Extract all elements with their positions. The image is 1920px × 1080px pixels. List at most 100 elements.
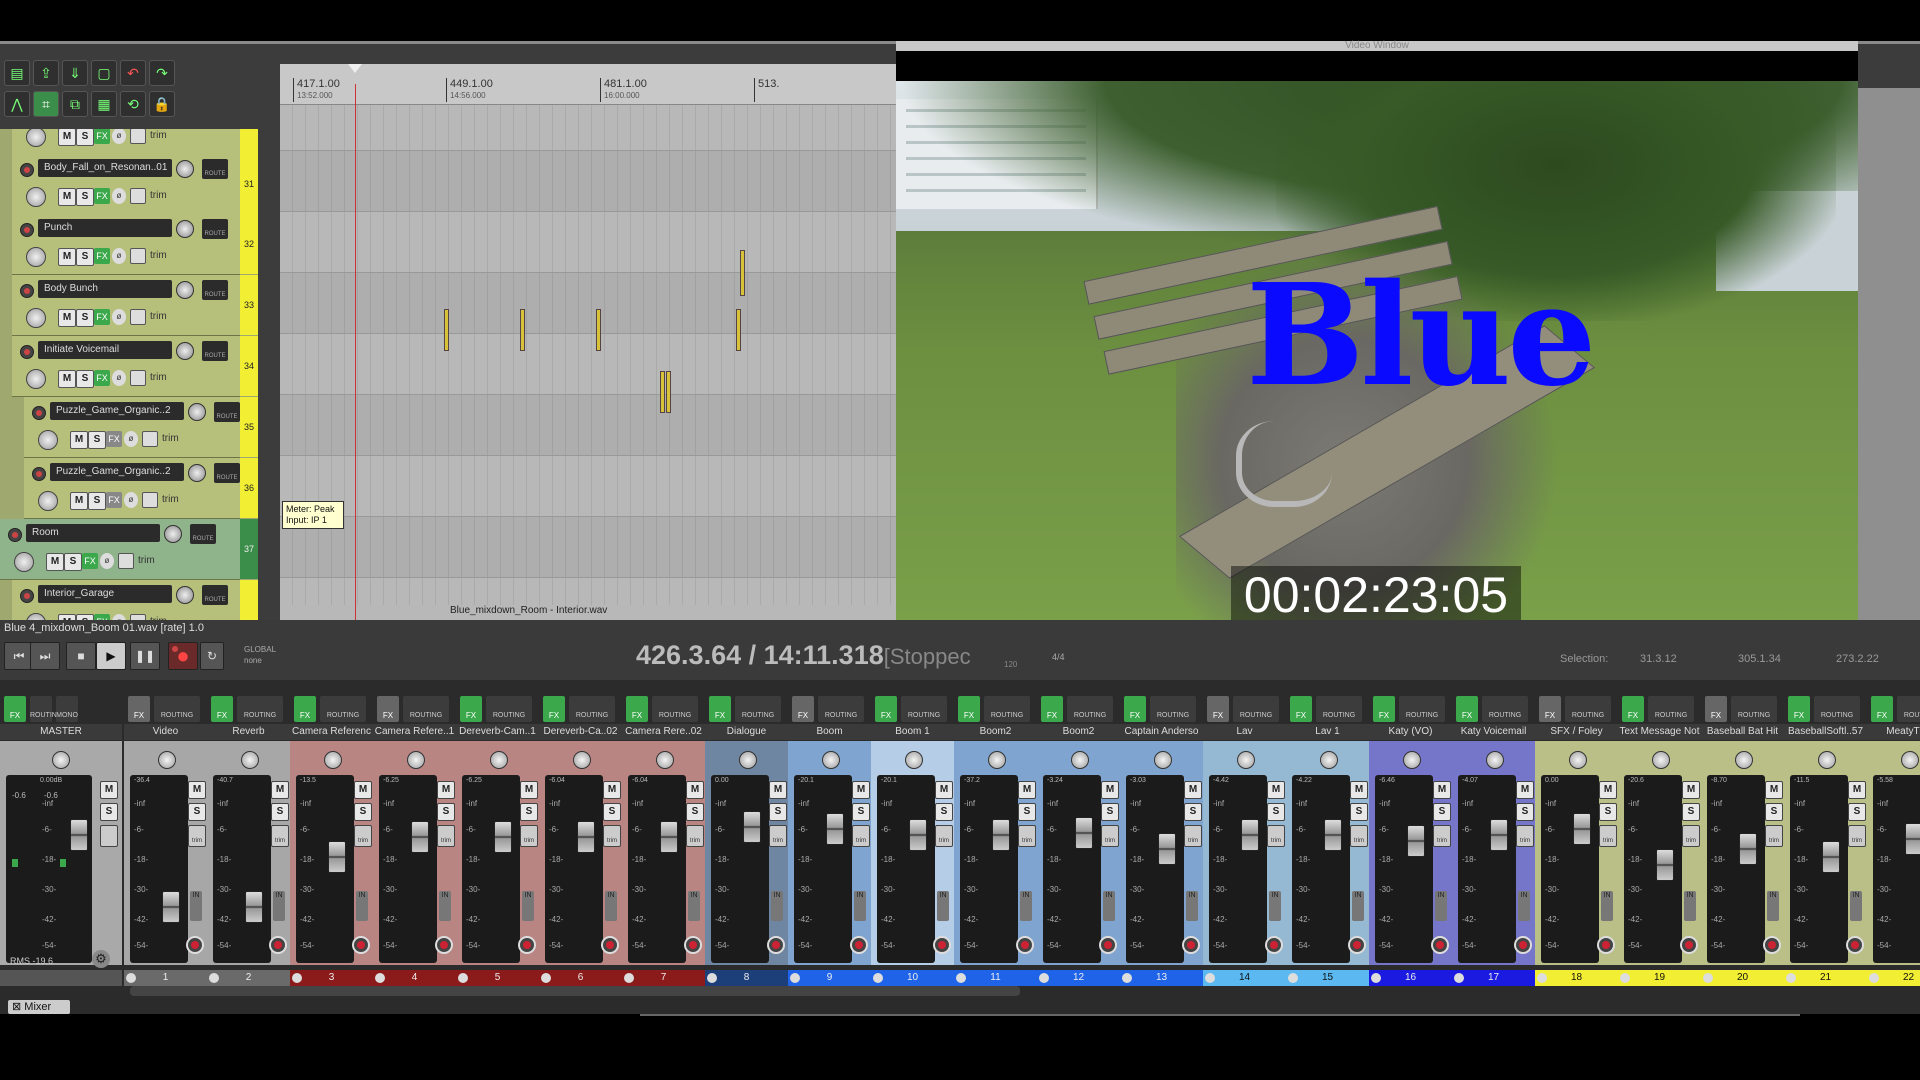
solo-button[interactable]: S [1848,803,1866,821]
trim-automation-button[interactable]: trim [142,431,192,447]
play-button[interactable]: ▶ [96,642,126,670]
routing-button[interactable]: ROUTING [1316,696,1362,722]
strip-name[interactable]: Dereverb-Ca..02 [539,724,622,740]
strip-folder-icon[interactable] [126,973,136,983]
pan-knob[interactable] [14,552,34,572]
fx-button[interactable]: FX [1871,696,1893,722]
track-row[interactable]: Initiate Voicemail ROUTE M S FX ø trim [12,336,240,397]
strip-name[interactable]: Boom2 [1037,724,1120,740]
volume-fader[interactable] [1407,825,1425,857]
fx-button[interactable]: FX [460,696,482,722]
strip-name[interactable]: Camera Referenc [290,724,373,740]
phase-toggle-icon[interactable]: ø [124,431,138,447]
selection-end[interactable]: 305.1.34 [1738,653,1781,665]
track-lane[interactable] [280,273,896,334]
mute-button[interactable]: M [1433,781,1451,799]
strip-name[interactable]: Boom [788,724,871,740]
pan-knob[interactable] [1818,751,1836,769]
trim-automation-button[interactable]: trim [118,553,168,569]
volume-readout[interactable]: -8.70 [1711,777,1727,784]
trim-button[interactable]: trim [1599,825,1617,847]
media-item-label[interactable]: Blue_mixdown_Room - Interior.wav [450,605,607,616]
project-settings-icon[interactable]: ▢ [91,60,117,86]
input-monitor-button[interactable]: IN [1186,891,1198,921]
pan-knob[interactable] [26,247,46,267]
routing-button[interactable]: ROUTING [154,696,200,722]
record-arm-button[interactable] [20,223,34,237]
mixer-strip[interactable]: FX ROUTING Dereverb-Ca..02 -6.04 -inf -6- -18-… [539,680,622,986]
fx-button[interactable]: FX [1788,696,1810,722]
record-arm-button[interactable] [1680,936,1698,954]
track-row[interactable]: Puzzle_Game_Organic..2 ROUTE M S FX ø trim [24,397,240,458]
volume-fader[interactable] [494,821,512,853]
trim-automation-button[interactable]: trim [130,248,180,264]
trim-button[interactable]: trim [1184,825,1202,847]
track-name[interactable]: Interior_Garage [38,585,172,603]
route-button[interactable]: ROUTE [202,219,228,239]
master-solo-button[interactable]: S [100,803,118,821]
volume-readout[interactable]: -6.04 [549,777,565,784]
strip-name[interactable]: Reverb [207,724,290,740]
solo-button[interactable]: S [76,309,94,327]
mute-button[interactable]: M [70,492,88,510]
mute-button[interactable]: M [852,781,870,799]
route-button[interactable]: ROUTE [190,524,216,544]
record-arm-button[interactable] [20,284,34,298]
track-row[interactable]: Body Bunch ROUTE M S FX ø trim [12,275,240,336]
input-monitor-button[interactable]: IN [937,891,949,921]
pan-knob[interactable] [905,751,923,769]
strip-folder-icon[interactable] [1039,973,1049,983]
pan-knob[interactable] [822,751,840,769]
strip-folder-icon[interactable] [624,973,634,983]
record-arm-button[interactable] [32,467,46,481]
routing-button[interactable]: ROUTING [237,696,283,722]
routing-button[interactable]: ROUTING [403,696,449,722]
strip-name[interactable]: Boom2 [954,724,1037,740]
mute-button[interactable]: M [1267,781,1285,799]
record-arm-button[interactable] [850,936,868,954]
right-scroll-area[interactable] [1858,88,1920,664]
volume-readout[interactable]: -20.6 [1628,777,1644,784]
record-arm-button[interactable] [1846,936,1864,954]
mixer-strip[interactable]: FX ROUTING Dereverb-Cam..1 -6.25 -inf -6- -18-… [456,680,539,986]
record-arm-button[interactable] [20,345,34,359]
volume-readout[interactable]: -6.25 [383,777,399,784]
routing-button[interactable]: ROUTING [1648,696,1694,722]
media-item[interactable] [520,309,525,351]
strip-name[interactable]: Boom 1 [871,724,954,740]
video-window[interactable]: Video Window Blue 00:02:23:05 [896,41,1858,623]
track-lane[interactable] [280,456,896,517]
master-routing-button[interactable]: ROUTING [30,696,62,722]
routing-button[interactable]: ROUTING [735,696,781,722]
mute-button[interactable]: M [58,370,76,388]
trim-button[interactable]: trim [1848,825,1866,847]
mixer-strip[interactable]: FX ROUTING Baseball Bat Hit -8.70 -inf -6- -18… [1701,680,1784,986]
input-monitor-button[interactable]: IN [688,891,700,921]
routing-button[interactable]: ROUTING [818,696,864,722]
snap-icon[interactable]: ⌗ [33,91,59,117]
phase-toggle-icon[interactable]: ø [112,188,126,204]
fx-button[interactable]: FX [1124,696,1146,722]
mute-button[interactable]: M [46,553,64,571]
strip-folder-icon[interactable] [956,973,966,983]
volume-readout[interactable]: -20.1 [881,777,897,784]
trim-button[interactable]: trim [1516,825,1534,847]
phase-toggle-icon[interactable]: ø [112,248,126,264]
record-arm-button[interactable] [933,936,951,954]
strip-folder-icon[interactable] [1288,973,1298,983]
phase-toggle-icon[interactable]: ø [112,129,126,144]
solo-button[interactable]: S [1682,803,1700,821]
pan-knob[interactable] [1320,751,1338,769]
fx-button[interactable]: FX [1456,696,1478,722]
volume-readout[interactable]: -36.4 [134,777,150,784]
solo-button[interactable]: S [1599,803,1617,821]
volume-knob[interactable] [188,464,206,482]
routing-button[interactable]: ROUTING [652,696,698,722]
routing-button[interactable]: ROUTING [320,696,366,722]
pan-knob[interactable] [573,751,591,769]
strip-folder-icon[interactable] [375,973,385,983]
mixer-strip[interactable]: FX ROUTING Text Message Not -20.6 -inf -6- -18… [1618,680,1701,986]
fx-button[interactable]: FX [94,129,110,144]
record-arm-button[interactable] [1348,936,1366,954]
route-button[interactable]: ROUTE [202,159,228,179]
